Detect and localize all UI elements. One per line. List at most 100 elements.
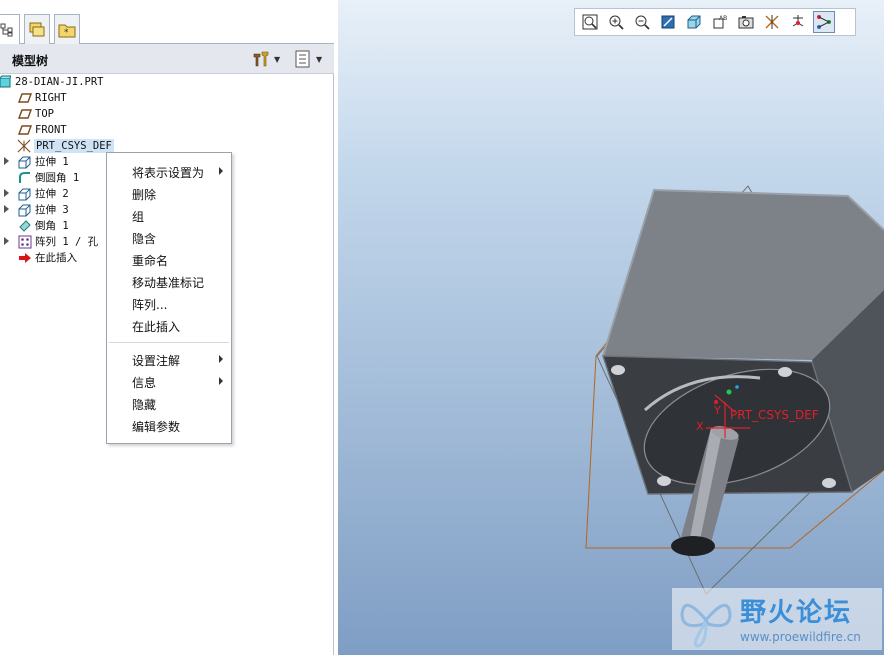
menu-item-rename[interactable]: 重命名 (107, 248, 231, 270)
watermark-url: www.proewildfire.cn (740, 630, 861, 644)
refit-icon (582, 14, 598, 30)
expand-arrow-icon[interactable] (4, 205, 9, 213)
svg-text:*: * (64, 28, 69, 38)
pattern-icon (18, 235, 32, 249)
context-menu: 将表示设置为 删除 组 隐含 重命名 移动基准标记 阵列... 在此插入 设置注… (106, 152, 232, 444)
chamfer-icon (19, 220, 31, 232)
saved-views-button[interactable] (735, 11, 757, 33)
layers-tab[interactable] (24, 14, 50, 44)
display-style-icon (687, 15, 701, 29)
menu-item-move-datum-tag[interactable]: 移动基准标记 (107, 270, 231, 292)
insert-here-arrow-icon (19, 253, 31, 263)
tree-item-label: 倒圆角 1 (35, 172, 80, 184)
spin-center-button[interactable] (787, 11, 809, 33)
menu-item-label: 隐藏 (132, 398, 157, 412)
menu-item-label: 编辑参数 (132, 420, 181, 434)
tree-item-front[interactable]: FRONT (0, 122, 330, 138)
favorites-tab[interactable]: * (54, 14, 80, 44)
tree-item-label: 拉伸 3 (35, 204, 69, 216)
datum-plane-icon (18, 109, 32, 119)
csys-label: PRT_CSYS_DEF (730, 408, 819, 422)
menu-item-suppress[interactable]: 隐含 (107, 226, 231, 248)
menu-item-pattern[interactable]: 阵列... (107, 292, 231, 314)
tree-item-label: FRONT (35, 124, 67, 136)
spin-center-icon (792, 15, 804, 27)
watermark-logo-icon (680, 603, 732, 648)
list-options-icon (295, 50, 310, 68)
model-scene (585, 185, 884, 595)
menu-item-label: 移动基准标记 (132, 276, 205, 290)
view-toolbar: AB (574, 8, 856, 36)
tree-header: 模型树 ▼ ▼ (0, 44, 334, 74)
menu-item-label: 将表示设置为 (132, 166, 205, 180)
submenu-arrow-icon (219, 355, 223, 363)
axis-x-label: X (696, 420, 704, 433)
menu-item-label: 删除 (132, 188, 157, 202)
menu-item-insert-here[interactable]: 在此插入 (107, 314, 231, 336)
zoom-in-button[interactable] (605, 11, 627, 33)
menu-item-edit-parameters[interactable]: 编辑参数 (107, 414, 231, 436)
mount-hole (657, 476, 671, 486)
datum-plane-icon (18, 93, 32, 103)
tree-show-button[interactable]: ▼ (294, 49, 322, 69)
shaft-end (671, 536, 715, 556)
mount-hole (778, 367, 792, 377)
datum-display-icon (765, 15, 779, 29)
watermark-title: 野火论坛 (740, 598, 853, 628)
repaint-icon (661, 15, 675, 29)
tree-item-label: 28-DIAN-JI.PRT (15, 76, 104, 88)
zoom-out-button[interactable] (631, 11, 653, 33)
tree-item-label: PRT_CSYS_DEF (34, 139, 114, 153)
menu-item-set-representation[interactable]: 将表示设置为 (107, 160, 231, 182)
model-tree-panel: * 模型树 ▼ ▼ 28-DIAN-JI.PRT RIGHT TOP FRONT… (0, 0, 334, 655)
tree-item-part[interactable]: 28-DIAN-JI.PRT (0, 74, 330, 90)
menu-item-info[interactable]: 信息 (107, 370, 231, 392)
graphics-viewport[interactable]: PRT_CSYS_DEF X Y AB 野火论坛 www.proewildfir… (338, 0, 884, 655)
tree-item-top[interactable]: TOP (0, 106, 330, 122)
model-tree-display-button[interactable] (813, 11, 835, 33)
csys-origin-marker (726, 389, 732, 395)
expand-arrow-icon[interactable] (4, 237, 9, 245)
tree-settings-button[interactable]: ▼ (252, 49, 280, 69)
menu-item-delete[interactable]: 删除 (107, 182, 231, 204)
expand-arrow-icon[interactable] (4, 189, 9, 197)
datum-plane-icon (18, 125, 32, 135)
zoom-in-icon (609, 15, 624, 30)
display-style-button[interactable] (683, 11, 705, 33)
annotation-display-button[interactable]: AB (709, 11, 731, 33)
menu-item-label: 在此插入 (132, 320, 181, 334)
menu-item-set-annotation[interactable]: 设置注解 (107, 348, 231, 370)
tree-item-label: 拉伸 2 (35, 188, 69, 200)
tree-item-right[interactable]: RIGHT (0, 90, 330, 106)
tree-title: 模型树 (12, 54, 49, 68)
refit-button[interactable] (579, 11, 601, 33)
model-tree-tab-icon (0, 23, 13, 37)
mount-hole (611, 365, 625, 375)
axis-y-label: Y (714, 404, 721, 417)
menu-item-label: 隐含 (132, 232, 157, 246)
menu-item-hide[interactable]: 隐藏 (107, 392, 231, 414)
repaint-button[interactable] (657, 11, 679, 33)
model-tree-display-icon (817, 15, 831, 29)
submenu-arrow-icon (219, 377, 223, 385)
tree-item-label: RIGHT (35, 92, 67, 104)
menu-item-label: 阵列... (132, 298, 168, 312)
watermark: 野火论坛 www.proewildfire.cn (672, 588, 882, 650)
expand-arrow-icon[interactable] (4, 157, 9, 165)
csys-icon (17, 139, 31, 153)
menu-item-label: 设置注解 (132, 354, 181, 368)
panel-tab-strip: * (0, 0, 334, 45)
datum-display-button[interactable] (761, 11, 783, 33)
svg-text:AB: AB (719, 15, 727, 22)
tree-item-label: 在此插入 (35, 252, 77, 264)
zoom-out-icon (635, 15, 650, 30)
csys-axis-marker (735, 385, 739, 389)
model-tree-tab[interactable] (0, 14, 20, 45)
menu-item-label: 重命名 (132, 254, 169, 268)
menu-item-label: 信息 (132, 376, 157, 390)
extrude-icon (18, 204, 31, 217)
tree-item-label: TOP (35, 108, 54, 120)
menu-item-group[interactable]: 组 (107, 204, 231, 226)
extrude-icon (18, 188, 31, 201)
menu-item-label: 组 (132, 210, 145, 224)
